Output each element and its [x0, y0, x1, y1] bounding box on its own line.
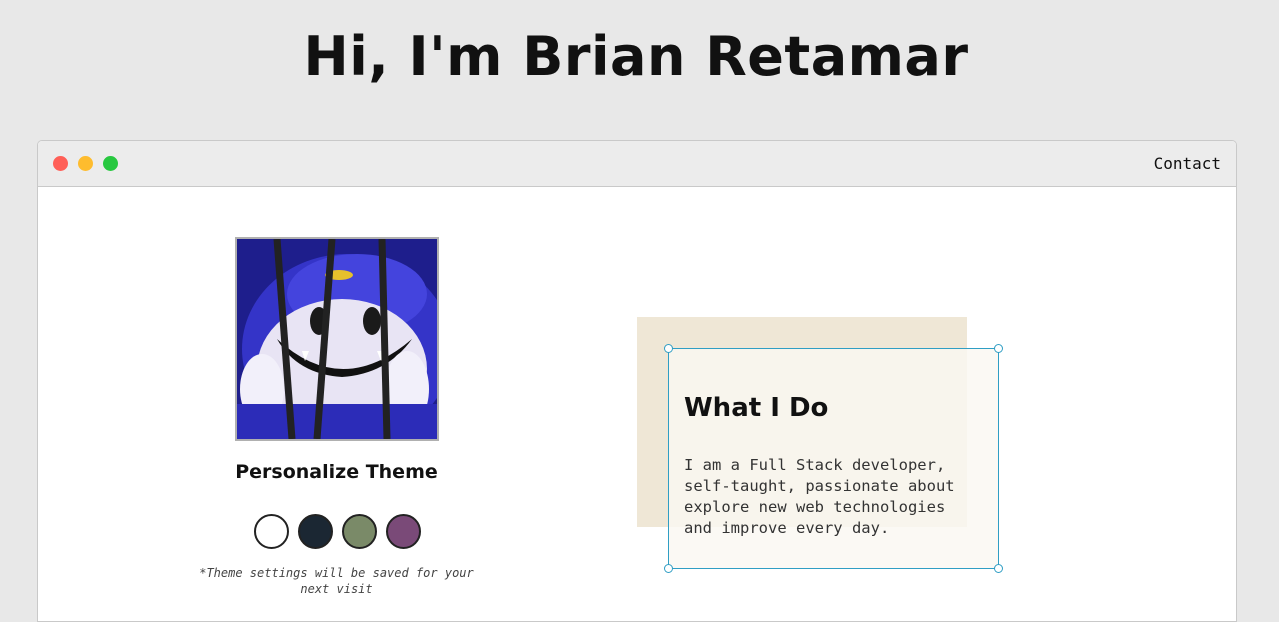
theme-note: *Theme settings will be saved for your n… — [199, 566, 474, 596]
window-minimize-button[interactable] — [78, 156, 93, 171]
resize-handle-bottom-right[interactable] — [994, 564, 1003, 573]
page-title: Hi, I'm Brian Retamar — [303, 25, 969, 88]
card-heading: What I Do — [684, 393, 829, 423]
resize-handle-top-right[interactable] — [994, 344, 1003, 353]
resize-handle-bottom-left[interactable] — [664, 564, 673, 573]
cartoon-character-image — [237, 239, 437, 439]
window-titlebar: Contact — [38, 141, 1236, 187]
card-description: I am a Full Stack developer, self-taught… — [684, 456, 955, 537]
avatar — [235, 237, 439, 441]
theme-swatch-plum[interactable] — [386, 514, 421, 549]
what-i-do-card[interactable]: What I Do I am a Full Stack developer, s… — [664, 344, 1003, 573]
window-close-button[interactable] — [53, 156, 68, 171]
theme-title: Personalize Theme — [235, 461, 438, 483]
theme-swatch-light[interactable] — [254, 514, 289, 549]
contact-link[interactable]: Contact — [1154, 154, 1221, 173]
window-maximize-button[interactable] — [103, 156, 118, 171]
resize-handle-top-left[interactable] — [664, 344, 673, 353]
theme-swatch-sage[interactable] — [342, 514, 377, 549]
theme-swatch-dark[interactable] — [298, 514, 333, 549]
browser-window: Contact Personalize Theme *Theme setting… — [37, 140, 1237, 622]
